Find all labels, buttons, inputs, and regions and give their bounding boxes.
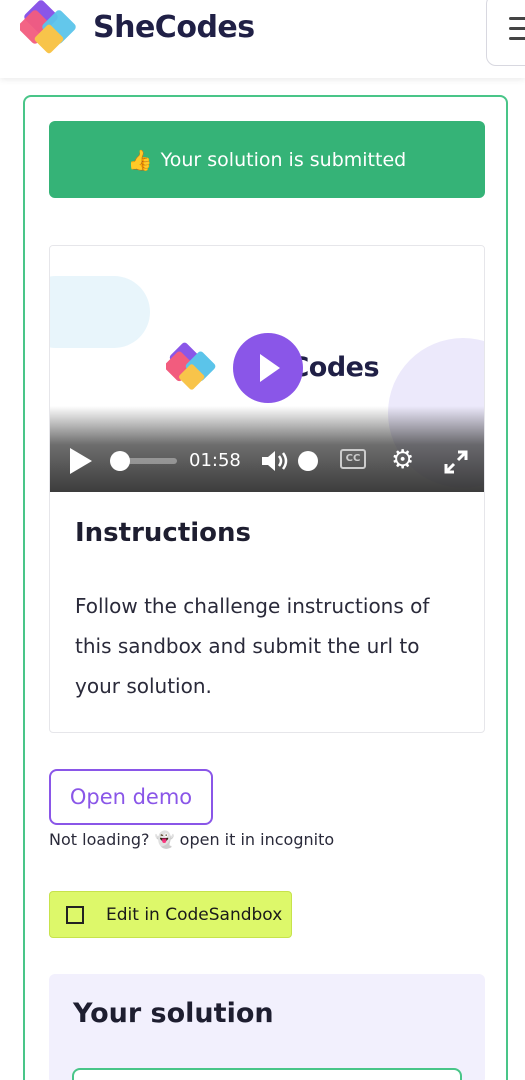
your-solution-panel: Your solution xyxy=(49,974,485,1080)
volume-icon[interactable] xyxy=(260,448,290,474)
captions-icon[interactable]: CC xyxy=(340,449,366,469)
fullscreen-icon[interactable] xyxy=(442,448,470,476)
lesson-panel: SheCodes 01:58 CC ⚙ Instructions Follow … xyxy=(49,245,485,733)
brand-name[interactable]: SheCodes xyxy=(93,10,255,45)
video-logo-icon xyxy=(166,342,216,390)
codesandbox-icon xyxy=(66,905,84,924)
instructions-text: Follow the challenge instructions of thi… xyxy=(75,594,430,698)
solution-title: Your solution xyxy=(73,998,274,1029)
submitted-text: Your solution is submitted xyxy=(160,148,407,171)
ghost-icon: 👻 xyxy=(154,830,175,849)
not-loading-prefix: Not loading? xyxy=(49,830,150,849)
submitted-banner: 👍 Your solution is submitted xyxy=(49,121,485,198)
video-time: 01:58 xyxy=(189,450,241,471)
codesandbox-label: Edit in CodeSandbox xyxy=(106,904,283,925)
solution-url-field[interactable] xyxy=(72,1068,462,1080)
big-play-icon[interactable] xyxy=(233,333,303,403)
incognito-link[interactable]: open it in incognito xyxy=(180,830,334,849)
volume-handle[interactable] xyxy=(298,451,318,471)
top-header: SheCodes xyxy=(0,0,525,78)
not-loading-hint: Not loading? 👻 open it in incognito xyxy=(49,830,334,849)
instructions-title: Instructions xyxy=(75,518,252,548)
challenge-card: 👍 Your solution is submitted SheCodes 01… xyxy=(23,95,508,1080)
hamburger-icon xyxy=(509,17,525,20)
open-demo-button[interactable]: Open demo xyxy=(49,769,213,825)
play-icon[interactable] xyxy=(70,448,92,474)
progress-handle[interactable] xyxy=(110,451,130,471)
edit-codesandbox-button[interactable]: Edit in CodeSandbox xyxy=(49,891,292,938)
thumbs-up-icon: 👍 xyxy=(127,147,153,172)
video-controls: 01:58 CC ⚙ xyxy=(50,406,484,492)
menu-button[interactable] xyxy=(486,0,525,66)
shecodes-logo-icon[interactable] xyxy=(20,0,90,60)
decor-blob xyxy=(50,276,150,348)
video-player[interactable]: SheCodes 01:58 CC ⚙ xyxy=(50,246,484,492)
hamburger-line xyxy=(509,37,525,40)
hamburger-line xyxy=(509,27,525,30)
settings-gear-icon[interactable]: ⚙ xyxy=(391,446,419,474)
